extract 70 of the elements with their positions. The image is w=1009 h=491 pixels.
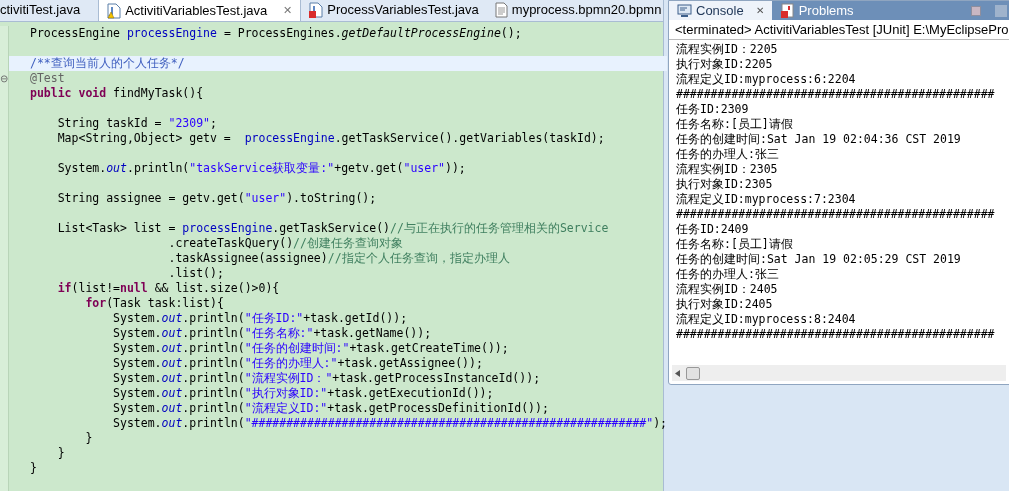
code-line: .createTaskQuery()//创建任务查询对象 [167, 236, 403, 250]
console-line: 流程定义ID:myprocess:7:2304 [676, 192, 856, 207]
file-icon [494, 2, 508, 18]
java-file-icon [107, 2, 122, 19]
code-line: System.out.println("任务的办理人:"+task.getAssignee()); [112, 356, 483, 370]
editor-tab[interactable]: ActivitiVariablesTest.java ✕ [98, 0, 302, 21]
console-line: 执行对象ID:2305 [676, 177, 773, 192]
java-file-icon [309, 2, 324, 18]
console-line: 任务的创建时间:Sat Jan 19 02:04:36 CST 2019 [676, 132, 961, 147]
close-icon[interactable]: ✕ [283, 2, 293, 19]
tab-label: myprocess.bpmn20.bpmn [511, 1, 662, 20]
code-line: System.out.println("taskService获取变量:"+getv.get("user")); [56, 161, 466, 175]
fold-icon[interactable]: ⊖ [0, 73, 8, 84]
console-line: 执行对象ID:2405 [676, 297, 773, 312]
console-line: ############################################## [676, 87, 995, 102]
tab-label: ctivitiTest.java [0, 1, 81, 20]
maximize-icon[interactable] [994, 4, 1007, 17]
console-line: 流程实例ID：2305 [676, 162, 778, 177]
code-line: ProcessEngine processEngine = ProcessEngines.getDefaultProcessEngine(); [30, 26, 522, 40]
monitor-icon [677, 3, 692, 18]
close-icon[interactable]: ✕ [755, 3, 764, 18]
code-line: List<Task> list = processEngine.getTaskService()//与正在执行的任务管理相关的Service [56, 221, 609, 235]
code-line: System.out.println("执行对象ID:"+task.getExecutionId()); [112, 386, 494, 400]
console-line: 执行对象ID:2205 [676, 57, 773, 72]
console-line: 任务名称:[员工]请假 [676, 237, 793, 252]
editor-tab[interactable]: myprocess.bpmn20.bpmn [486, 0, 663, 21]
console-line: 任务的办理人:张三 [676, 267, 779, 282]
code-line: System.out.println("任务ID:"+task.getId()); [112, 311, 408, 325]
code-line: .list(); [167, 266, 224, 280]
console-line: ############################################## [676, 327, 995, 342]
code-line: } [56, 446, 65, 460]
code-line: if(list!=null && list.size()>0){ [56, 281, 280, 295]
code-line: System.out.println("流程实例ID："+task.getProcessInstanceId()); [112, 371, 541, 385]
code-line: System.out.println("#########################################################"); [112, 416, 667, 430]
code-line: String taskId = "2309"; [56, 116, 217, 130]
console-line: 任务ID:2409 [676, 222, 749, 237]
view-tab[interactable]: Console ✕ [669, 1, 772, 20]
console-line: ############################################## [676, 207, 995, 222]
code-line: String assignee = getv.get("user").toString(); [56, 191, 377, 205]
code-line: public void findMyTask(){ [30, 86, 204, 100]
tab-label: ActivitiVariablesTest.java [125, 1, 268, 20]
code-line: System.out.println("任务名称:"+task.getName()); [112, 326, 432, 340]
tab-label: ProcessVariablesTest.java [327, 1, 479, 20]
console-line: 流程实例ID：2405 [676, 282, 778, 297]
console-line: 流程定义ID:myprocess:6:2204 [676, 72, 856, 87]
editor-tab[interactable]: ProcessVariablesTest.java [301, 0, 487, 21]
editor-tab[interactable]: ctivitiTest.java [0, 0, 93, 21]
tab-label: Console [696, 1, 744, 20]
tab-label: Problems [798, 1, 854, 20]
problems-icon [779, 3, 795, 18]
console-line: 流程实例ID：2205 [676, 42, 778, 57]
horizontal-scrollbar[interactable] [672, 365, 1006, 381]
console-status: <terminated> ActivitiVariablesTest [JUnit] E:\MyEclipsePro [669, 20, 1009, 40]
code-line: /**查询当前人的个人任务*/ [30, 56, 185, 70]
console-line: 任务ID:2309 [676, 102, 749, 117]
scroll-left-icon[interactable] [675, 369, 680, 377]
code-line: } [30, 461, 37, 475]
code-line: .taskAssignee(assignee)//指定个人任务查询，指定办理人 [167, 251, 510, 265]
minimize-icon[interactable] [970, 5, 981, 16]
console-line: 任务的创建时间:Sat Jan 19 02:05:29 CST 2019 [676, 252, 961, 267]
code-line: } [84, 431, 93, 445]
scroll-thumb[interactable] [686, 366, 700, 380]
console-line: 任务的办理人:张三 [676, 147, 779, 162]
code-line: @Test [30, 71, 65, 85]
code-line: System.out.println("流程定义ID:"+task.getProcessDefinitionId()); [112, 401, 549, 415]
code-line: Map<String,Object> getv = processEngine.getTaskService().getVariables(taskId); [56, 131, 605, 145]
console-line: 流程定义ID:myprocess:8:2404 [676, 312, 856, 327]
code-line: System.out.println("任务的创建时间:"+task.getCreateTime()); [112, 341, 509, 355]
code-line: for(Task task:list){ [84, 296, 224, 310]
console-line: 任务名称:[员工]请假 [676, 117, 793, 132]
